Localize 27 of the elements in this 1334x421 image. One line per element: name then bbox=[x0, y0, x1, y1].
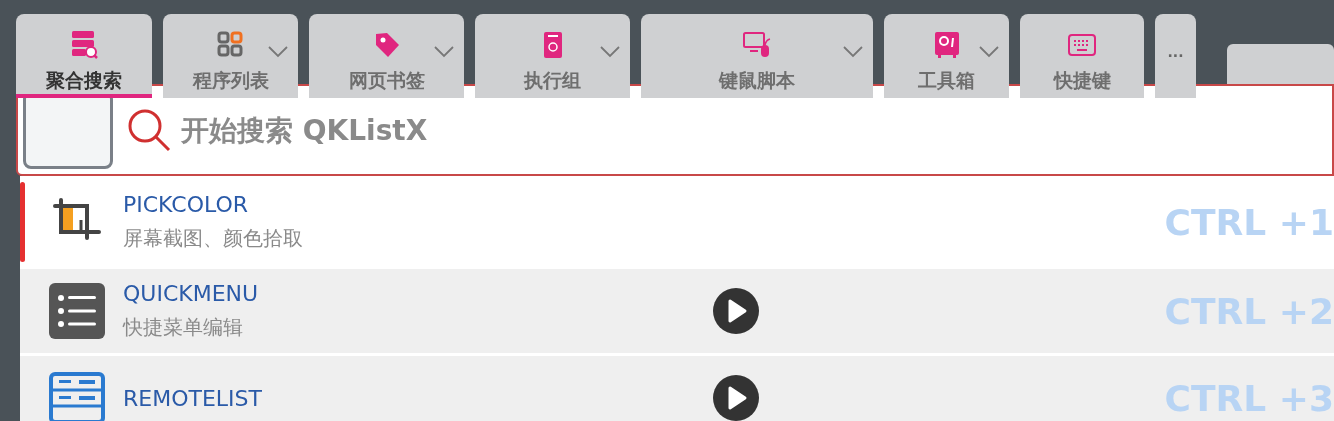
more-button[interactable]: ··· bbox=[1155, 14, 1196, 98]
chevron-icon[interactable] bbox=[600, 46, 620, 58]
tab[interactable]: 网页书签 bbox=[309, 14, 464, 98]
result-title: QUICKMENU bbox=[123, 281, 260, 306]
tab-icon bbox=[742, 30, 772, 60]
server-icon bbox=[49, 370, 105, 421]
result-subtitle: 快捷菜单编辑 bbox=[123, 314, 244, 341]
tab[interactable]: 程序列表 bbox=[163, 14, 298, 98]
chevron-icon[interactable] bbox=[843, 46, 863, 58]
chevron-icon[interactable] bbox=[434, 46, 454, 58]
play-icon[interactable] bbox=[713, 375, 759, 421]
list-icon bbox=[49, 283, 105, 339]
tab-icon bbox=[215, 30, 246, 60]
result-title: REMOTELIST bbox=[123, 385, 263, 411]
chevron-icon[interactable] bbox=[268, 46, 288, 58]
play-icon[interactable] bbox=[713, 288, 759, 334]
tab[interactable]: 聚合搜索 bbox=[16, 14, 152, 98]
result-subtitle: 屏幕截图、颜色拾取 bbox=[123, 225, 304, 252]
tab[interactable]: 工具箱 bbox=[884, 14, 1009, 98]
chevron-icon[interactable] bbox=[979, 46, 999, 58]
search-input[interactable]: 开始搜索 QKListX bbox=[179, 112, 1332, 148]
tab-icon bbox=[69, 30, 99, 60]
result-title: PICKCOLOR bbox=[123, 192, 250, 217]
tab[interactable]: 执行组 bbox=[475, 14, 630, 98]
shortcut-label: CTRL +1 bbox=[1164, 201, 1334, 243]
tab[interactable]: 键鼠脚本 bbox=[641, 14, 873, 98]
tab[interactable]: 快捷键 bbox=[1020, 14, 1144, 98]
